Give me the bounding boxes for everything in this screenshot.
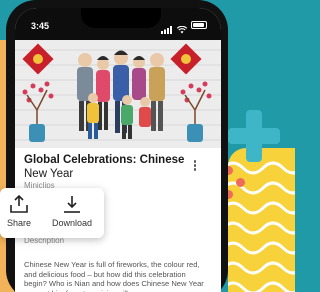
video-thumbnail[interactable]	[15, 40, 221, 148]
status-time: 3:45	[31, 21, 50, 31]
plus-decoration-icon	[228, 110, 280, 162]
share-button[interactable]: Share	[4, 194, 34, 228]
phone-notch	[81, 8, 161, 28]
download-icon	[44, 194, 100, 214]
more-options-icon[interactable]	[192, 160, 198, 174]
download-label: Download	[51, 218, 93, 228]
wifi-icon	[176, 21, 188, 34]
video-subtitle: New Year	[24, 168, 74, 180]
video-title: Global Celebrations: Chinese	[24, 154, 185, 166]
battery-icon	[191, 21, 207, 29]
share-icon	[4, 194, 34, 214]
share-menu: Share Download	[0, 188, 104, 238]
signal-icon	[161, 21, 173, 34]
download-button[interactable]: Download	[44, 194, 100, 228]
description-text: Chinese New Year is full of fireworks, t…	[24, 260, 204, 292]
share-label: Share	[6, 218, 32, 228]
status-bar: 3:45	[15, 8, 221, 40]
